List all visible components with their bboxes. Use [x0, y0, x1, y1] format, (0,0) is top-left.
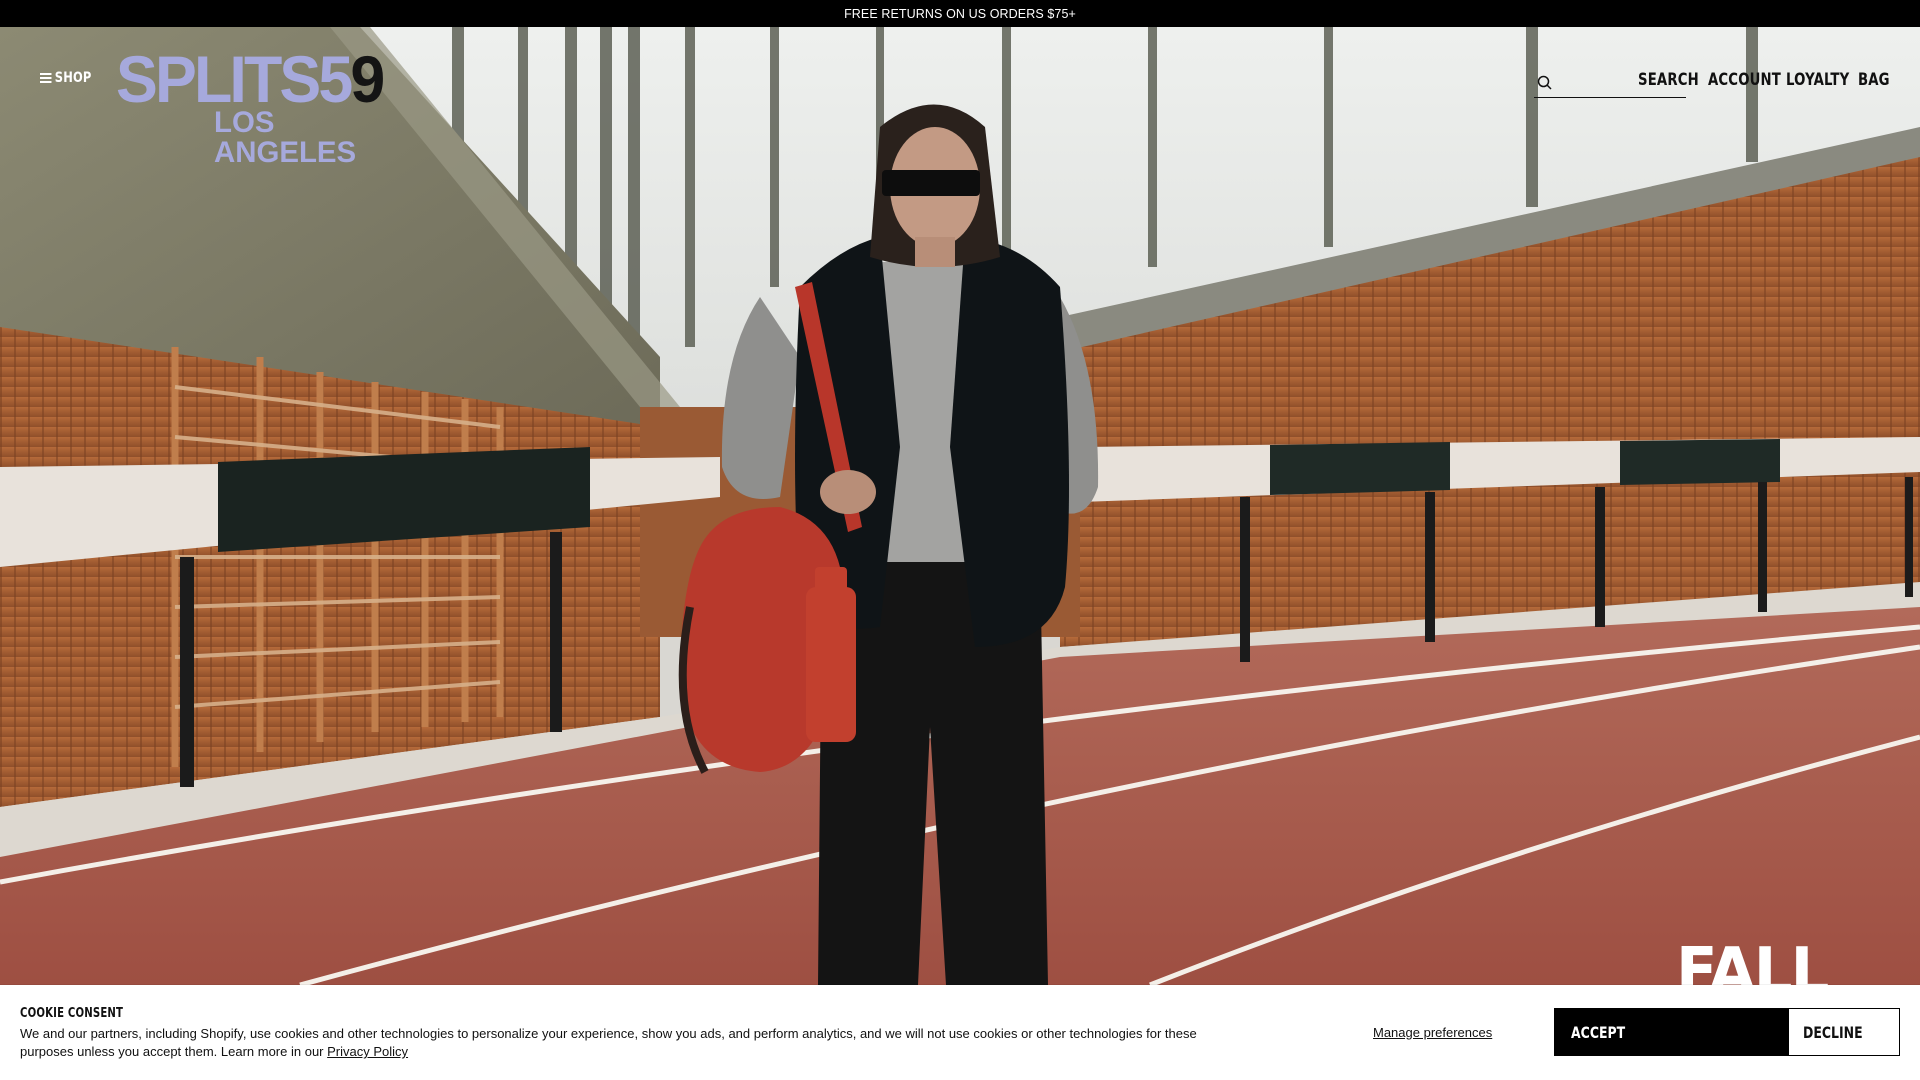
shop-label: SHOP [54, 70, 92, 86]
search-icon [1537, 75, 1552, 90]
logo-subtitle: LOS ANGELES [214, 106, 357, 169]
manage-preferences-link[interactable]: Manage preferences [1373, 1025, 1492, 1040]
announcement-text: FREE RETURNS ON US ORDERS $75+ [844, 6, 1076, 21]
hero-photo-illustration [0, 27, 1920, 985]
logo-wordmark: SPLITS59 [116, 46, 385, 112]
site-logo[interactable]: SPLITS59 LOS ANGELES [116, 46, 426, 168]
nav-bag[interactable]: BAG [1858, 70, 1890, 90]
decline-label: DECLINE [1803, 1022, 1863, 1042]
cookie-consent-banner: COOKIE CONSENT We and our partners, incl… [0, 985, 1920, 1080]
site-header: SHOP SPLITS59 LOS ANGELES SEARCH ACCOUNT… [0, 27, 1920, 168]
cookie-title: COOKIE CONSENT [20, 1006, 124, 1021]
nav-account[interactable]: ACCOUNT [1708, 70, 1781, 90]
accept-button[interactable]: ACCEPT [1554, 1008, 1788, 1056]
privacy-policy-link[interactable]: Privacy Policy [327, 1044, 408, 1059]
shop-menu-button[interactable]: SHOP [40, 70, 91, 86]
accept-label: ACCEPT [1571, 1022, 1626, 1042]
logo-line1-main: SPLITS5 [116, 42, 353, 116]
hamburger-icon [40, 73, 52, 83]
cookie-body-line2: purposes unless you accept them. Learn m… [20, 1044, 328, 1059]
nav-loyalty[interactable]: LOYALTY [1786, 70, 1849, 90]
search-input[interactable] [1558, 71, 1638, 94]
cookie-body: We and our partners, including Shopify, … [20, 1025, 1250, 1061]
cookie-body-line1: We and our partners, including Shopify, … [20, 1026, 1197, 1041]
decline-button[interactable]: DECLINE [1788, 1008, 1900, 1056]
announcement-bar: FREE RETURNS ON US ORDERS $75+ [0, 0, 1920, 27]
hero-image[interactable] [0, 27, 1920, 985]
nav-search[interactable]: SEARCH [1638, 70, 1699, 90]
logo-line1-last: 9 [350, 42, 385, 116]
